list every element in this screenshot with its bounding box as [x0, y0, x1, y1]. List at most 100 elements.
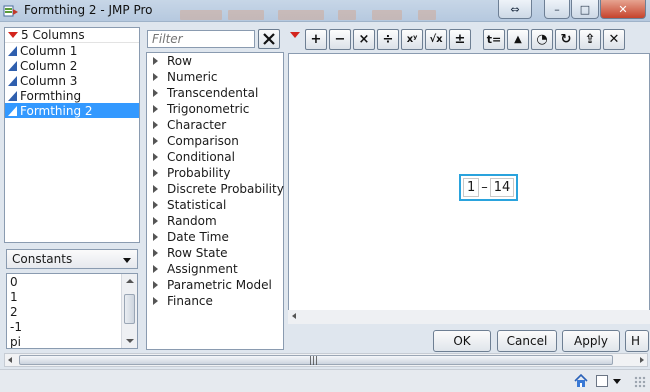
- cancel-button[interactable]: Cancel: [497, 330, 557, 352]
- expand-triangle-icon: [153, 185, 158, 193]
- filter-input[interactable]: [147, 30, 255, 48]
- expand-triangle-icon: [153, 217, 158, 225]
- scroll-grip: |||: [309, 356, 319, 366]
- close-button[interactable]: ✕: [600, 0, 646, 19]
- continuous-column-icon: [8, 60, 17, 71]
- continuous-column-icon: [8, 90, 17, 101]
- power-icon: xʸ: [406, 34, 418, 45]
- constants-dropdown-value: Constants: [12, 252, 73, 266]
- subtract-button[interactable]: −: [329, 29, 351, 50]
- expand-triangle-icon: [153, 169, 158, 177]
- scroll-down-icon[interactable]: [126, 339, 134, 343]
- red-triangle-menu-icon[interactable]: [290, 32, 300, 38]
- power-button[interactable]: xʸ: [401, 29, 423, 50]
- expand-triangle-icon: [153, 153, 158, 161]
- function-category[interactable]: Numeric: [147, 69, 283, 85]
- background-ghost: [278, 10, 324, 20]
- columns-count: 5 Columns: [21, 28, 85, 42]
- window-list-icon[interactable]: [596, 375, 608, 387]
- scroll-left-icon[interactable]: [8, 357, 12, 363]
- expand-triangle-icon: [153, 57, 158, 65]
- formula-editor-canvas[interactable]: 1 – 14: [288, 53, 650, 323]
- column-item[interactable]: Column 3: [5, 73, 139, 88]
- function-category[interactable]: Statistical: [147, 197, 283, 213]
- expand-triangle-icon: [153, 249, 158, 257]
- swap-icon: ↻: [560, 32, 572, 47]
- scroll-up-icon[interactable]: [126, 279, 134, 283]
- multiply-button[interactable]: ×: [353, 29, 375, 50]
- formula-left-operand[interactable]: 1: [463, 178, 480, 197]
- raise-icon: ▲: [514, 34, 522, 45]
- multiply-icon: ×: [358, 32, 370, 47]
- constant-item[interactable]: pi: [7, 334, 137, 349]
- add-icon: +: [310, 32, 322, 47]
- constants-dropdown[interactable]: Constants: [6, 249, 138, 269]
- delete-icon: ✕: [608, 32, 620, 47]
- chevron-down-icon[interactable]: [613, 379, 621, 384]
- constant-item[interactable]: 2: [7, 304, 137, 319]
- scroll-right-icon[interactable]: [640, 357, 644, 363]
- background-ghost: [228, 10, 264, 20]
- raise-button[interactable]: ▲: [507, 29, 529, 50]
- root-button[interactable]: √x: [425, 29, 447, 50]
- resize-button[interactable]: ⇔: [498, 0, 532, 19]
- function-category[interactable]: Row State: [147, 245, 283, 261]
- function-category[interactable]: Row: [147, 53, 283, 69]
- help-button[interactable]: H: [625, 330, 649, 352]
- function-category[interactable]: Transcendental: [147, 85, 283, 101]
- formula-right-operand[interactable]: 14: [489, 178, 515, 197]
- constant-item[interactable]: 1: [7, 289, 137, 304]
- home-icon[interactable]: [574, 374, 588, 388]
- minimize-button[interactable]: –: [544, 0, 570, 19]
- scroll-thumb[interactable]: |||: [19, 355, 613, 366]
- constants-scrollbar[interactable]: [121, 274, 137, 348]
- divide-button[interactable]: ÷: [377, 29, 399, 50]
- formula-toolbar: + − × ÷ xʸ √x ± t= ▲ ◔ ↻ ⇪ ✕: [288, 29, 650, 51]
- root-icon: √x: [429, 34, 443, 45]
- maximize-button[interactable]: □: [571, 0, 599, 19]
- canvas-horizontal-scrollbar[interactable]: [288, 310, 650, 324]
- function-category[interactable]: Conditional: [147, 149, 283, 165]
- scroll-thumb[interactable]: [124, 294, 135, 324]
- column-item[interactable]: Column 2: [5, 58, 139, 73]
- jmp-app-icon: [3, 5, 18, 17]
- function-category[interactable]: Date Time: [147, 229, 283, 245]
- scroll-left-icon[interactable]: [292, 313, 296, 319]
- constant-item[interactable]: -1: [7, 319, 137, 334]
- function-category[interactable]: Probability: [147, 165, 283, 181]
- constants-list: 0 1 2 -1 pi: [6, 273, 138, 349]
- delete-button[interactable]: ✕: [603, 29, 625, 50]
- columns-header: 5 Columns: [5, 28, 139, 43]
- function-category[interactable]: Random: [147, 213, 283, 229]
- background-ghost: [372, 10, 402, 20]
- clear-filter-button[interactable]: [258, 29, 280, 49]
- function-category[interactable]: Comparison: [147, 133, 283, 149]
- red-triangle-menu-icon[interactable]: [8, 32, 18, 38]
- peel-button[interactable]: ◔: [531, 29, 553, 50]
- unthrow-button[interactable]: ⇪: [579, 29, 601, 50]
- expand-triangle-icon: [153, 121, 158, 129]
- function-category[interactable]: Finance: [147, 293, 283, 309]
- constant-item[interactable]: 0: [7, 274, 137, 289]
- function-category[interactable]: Parametric Model: [147, 277, 283, 293]
- function-list: Row Numeric Transcendental Trigonometric…: [146, 52, 284, 350]
- assign-button[interactable]: t=: [483, 29, 505, 50]
- formula-expression[interactable]: 1 – 14: [459, 174, 519, 201]
- plus-minus-button[interactable]: ±: [449, 29, 471, 50]
- column-item-selected[interactable]: Formthing 2: [5, 103, 139, 118]
- background-ghost: [418, 10, 436, 20]
- swap-button[interactable]: ↻: [555, 29, 577, 50]
- add-button[interactable]: +: [305, 29, 327, 50]
- apply-button[interactable]: Apply: [562, 330, 620, 352]
- ok-button[interactable]: OK: [433, 330, 491, 352]
- expand-triangle-icon: [153, 233, 158, 241]
- window-horizontal-scrollbar[interactable]: |||: [4, 353, 648, 367]
- expand-triangle-icon: [153, 137, 158, 145]
- column-item[interactable]: Formthing: [5, 88, 139, 103]
- resize-grip-icon[interactable]: [634, 376, 646, 388]
- column-item[interactable]: Column 1: [5, 43, 139, 58]
- function-category[interactable]: Assignment: [147, 261, 283, 277]
- function-category[interactable]: Character: [147, 117, 283, 133]
- function-category[interactable]: Discrete Probability: [147, 181, 284, 197]
- function-category[interactable]: Trigonometric: [147, 101, 283, 117]
